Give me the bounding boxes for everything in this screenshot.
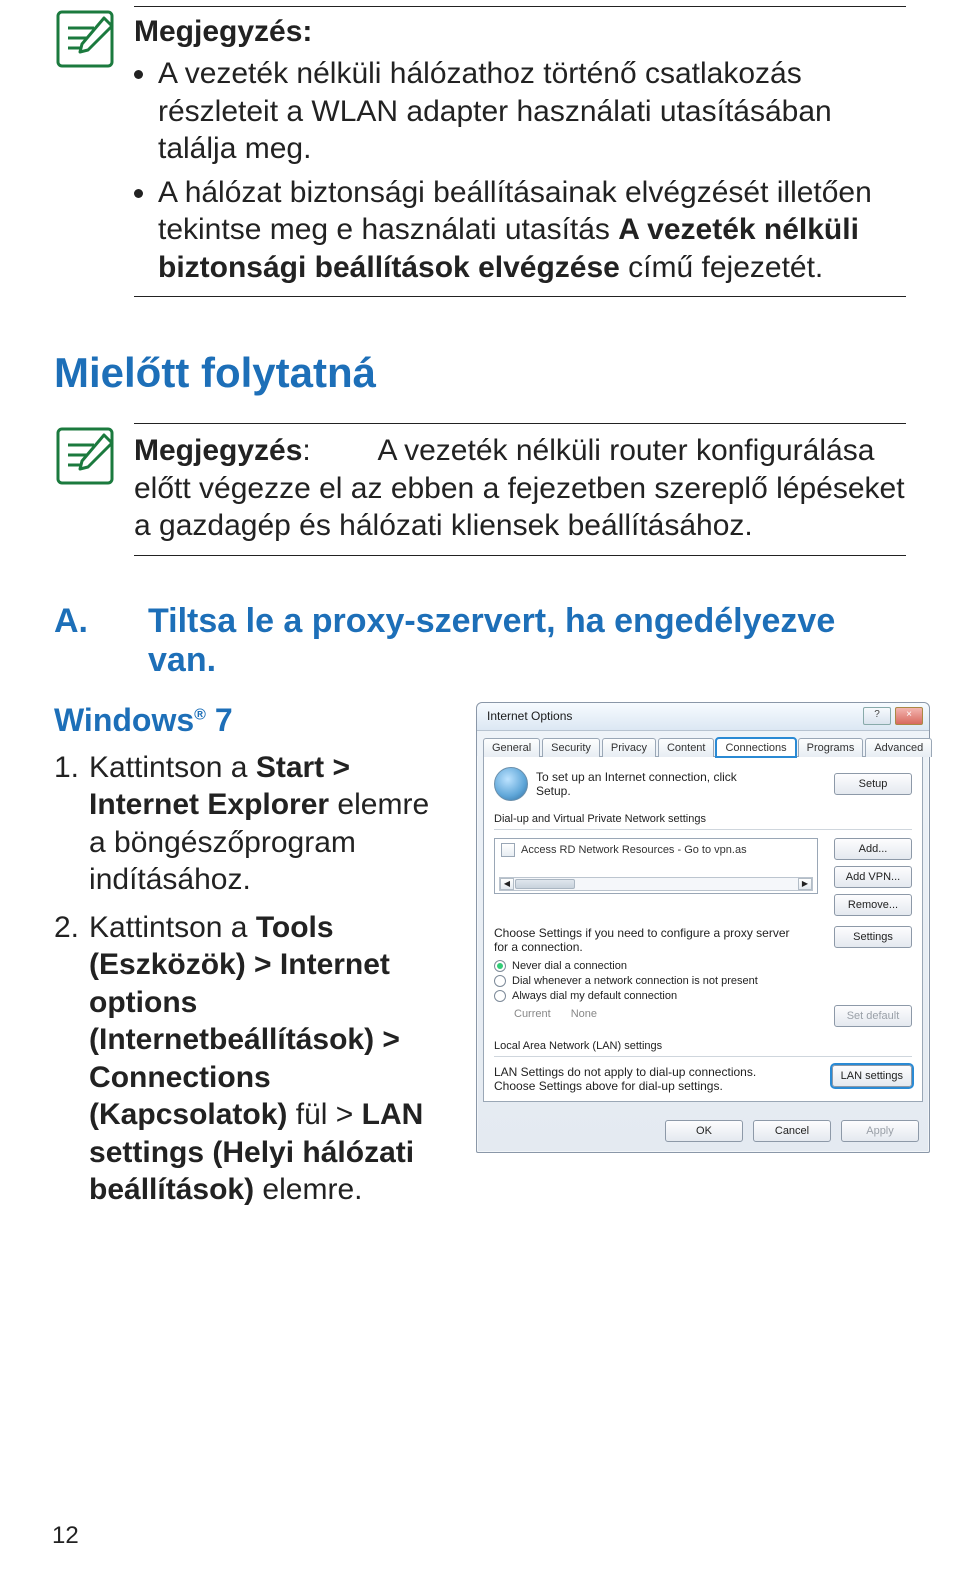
radio-dial-when-no-net[interactable]: Dial whenever a network connection is no… bbox=[494, 975, 912, 987]
step-num: 1. bbox=[54, 749, 79, 899]
lan-settings-button[interactable]: LAN settings bbox=[832, 1065, 912, 1087]
os-name: Windows bbox=[54, 702, 194, 738]
note2-colon: : bbox=[302, 434, 310, 467]
help-button[interactable]: ? bbox=[863, 707, 891, 725]
note-icon bbox=[54, 8, 116, 75]
list-item[interactable]: Access RD Network Resources - Go to vpn.… bbox=[501, 843, 811, 857]
note-block-1: Megjegyzés: A vezeték nélküli hálózathoz… bbox=[54, 0, 906, 297]
choose-text: Choose Settings if you need to configure… bbox=[494, 926, 794, 954]
rule bbox=[134, 423, 906, 424]
tab-content[interactable]: Content bbox=[658, 738, 715, 757]
step-num: 2. bbox=[54, 909, 79, 1209]
radio-label: Dial whenever a network connection is no… bbox=[512, 975, 758, 987]
dial-group-title: Dial-up and Virtual Private Network sett… bbox=[494, 813, 912, 825]
scroll-thumb[interactable] bbox=[515, 879, 575, 889]
dialog-titlebar[interactable]: Internet Options ? × bbox=[477, 703, 929, 731]
note2-text: Megjegyzés: A vezeték nélküli router kon… bbox=[134, 432, 906, 545]
dialog-title: Internet Options bbox=[487, 709, 572, 723]
close-button[interactable]: × bbox=[895, 707, 923, 725]
lan-group-title: Local Area Network (LAN) settings bbox=[494, 1040, 912, 1052]
section-a-row: A. Tiltsa le a proxy-szervert, ha engedé… bbox=[54, 602, 906, 680]
tab-advanced[interactable]: Advanced bbox=[865, 738, 932, 757]
t: fül > bbox=[287, 1098, 361, 1131]
page-number: 12 bbox=[52, 1522, 79, 1550]
note-item: A vezeték nélküli hálózathoz történő csa… bbox=[158, 55, 906, 168]
document-icon bbox=[501, 843, 515, 857]
apply-button[interactable]: Apply bbox=[841, 1120, 919, 1142]
note-title: Megjegyzés: bbox=[134, 15, 906, 49]
setup-text: To set up an Internet connection, click … bbox=[536, 770, 766, 798]
tab-general[interactable]: General bbox=[483, 738, 540, 757]
setup-button[interactable]: Setup bbox=[834, 773, 912, 795]
radio-icon bbox=[494, 990, 506, 1002]
note-list: A vezeték nélküli hálózathoz történő csa… bbox=[134, 55, 906, 286]
tabs: General Security Privacy Content Connect… bbox=[477, 731, 929, 756]
radio-icon bbox=[494, 960, 506, 972]
tab-connections[interactable]: Connections bbox=[716, 738, 795, 757]
ok-button[interactable]: OK bbox=[665, 1120, 743, 1142]
section-label: A. bbox=[54, 602, 88, 680]
lan-text: LAN Settings do not apply to dial-up con… bbox=[494, 1065, 794, 1093]
t: Kattintson a bbox=[89, 911, 256, 944]
scroll-right-icon[interactable]: ▶ bbox=[798, 878, 812, 890]
dialog-body: To set up an Internet connection, click … bbox=[483, 756, 923, 1102]
scrollbar[interactable]: ◀ ▶ bbox=[499, 877, 813, 891]
note-icon bbox=[54, 425, 116, 492]
add-vpn-button[interactable]: Add VPN... bbox=[834, 866, 912, 888]
os-reg: ® bbox=[194, 706, 206, 723]
rule bbox=[494, 829, 912, 830]
t: Kattintson a bbox=[89, 751, 256, 784]
radio-icon bbox=[494, 975, 506, 987]
radio-label: Always dial my default connection bbox=[512, 990, 677, 1002]
note2-title: Megjegyzés bbox=[134, 434, 302, 467]
dialog-footer: OK Cancel Apply bbox=[477, 1108, 929, 1152]
os-ver: 7 bbox=[215, 702, 233, 738]
note-block-2: Megjegyzés: A vezeték nélküli router kon… bbox=[54, 417, 906, 556]
section-title: Tiltsa le a proxy-szervert, ha engedélye… bbox=[148, 602, 906, 680]
radio-always-dial[interactable]: Always dial my default connection bbox=[494, 990, 912, 1002]
vpn-listbox[interactable]: Access RD Network Resources - Go to vpn.… bbox=[494, 838, 818, 894]
remove-button[interactable]: Remove... bbox=[834, 894, 912, 916]
list-item-label: Access RD Network Resources - Go to vpn.… bbox=[521, 844, 747, 856]
globe-icon bbox=[494, 767, 528, 801]
os-title: Windows® 7 bbox=[54, 702, 452, 739]
step-text: Kattintson a Start > Internet Explorer e… bbox=[89, 749, 452, 899]
current-label: Current bbox=[514, 1008, 551, 1020]
tab-programs[interactable]: Programs bbox=[798, 738, 864, 757]
radio-label: Never dial a connection bbox=[512, 960, 627, 972]
current-row: Current None bbox=[514, 1008, 597, 1020]
rule bbox=[134, 296, 906, 297]
heading-before-continue: Mielőtt folytatná bbox=[54, 349, 906, 397]
note-item-text: című fejezetét. bbox=[620, 251, 823, 284]
step-text: Kattintson a Tools (Eszközök) > Internet… bbox=[89, 909, 452, 1209]
rule bbox=[494, 1056, 912, 1057]
note-item-text: A vezeték nélküli hálózathoz történő csa… bbox=[158, 57, 832, 165]
current-value: None bbox=[571, 1008, 597, 1020]
add-button[interactable]: Add... bbox=[834, 838, 912, 860]
internet-options-dialog: Internet Options ? × General Security Pr… bbox=[476, 702, 930, 1153]
tab-security[interactable]: Security bbox=[542, 738, 600, 757]
t: elemre. bbox=[254, 1173, 362, 1206]
radio-never-dial[interactable]: Never dial a connection bbox=[494, 960, 912, 972]
step-2: 2. Kattintson a Tools (Eszközök) > Inter… bbox=[54, 909, 452, 1209]
rule bbox=[134, 6, 906, 7]
cancel-button[interactable]: Cancel bbox=[753, 1120, 831, 1142]
steps-list: 1. Kattintson a Start > Internet Explore… bbox=[54, 749, 452, 1209]
scroll-left-icon[interactable]: ◀ bbox=[500, 878, 514, 890]
rule bbox=[134, 555, 906, 556]
tab-privacy[interactable]: Privacy bbox=[602, 738, 656, 757]
settings-button[interactable]: Settings bbox=[834, 926, 912, 948]
note-item: A hálózat biztonsági beállításainak elvé… bbox=[158, 174, 906, 287]
set-default-button[interactable]: Set default bbox=[834, 1005, 912, 1027]
step-1: 1. Kattintson a Start > Internet Explore… bbox=[54, 749, 452, 899]
